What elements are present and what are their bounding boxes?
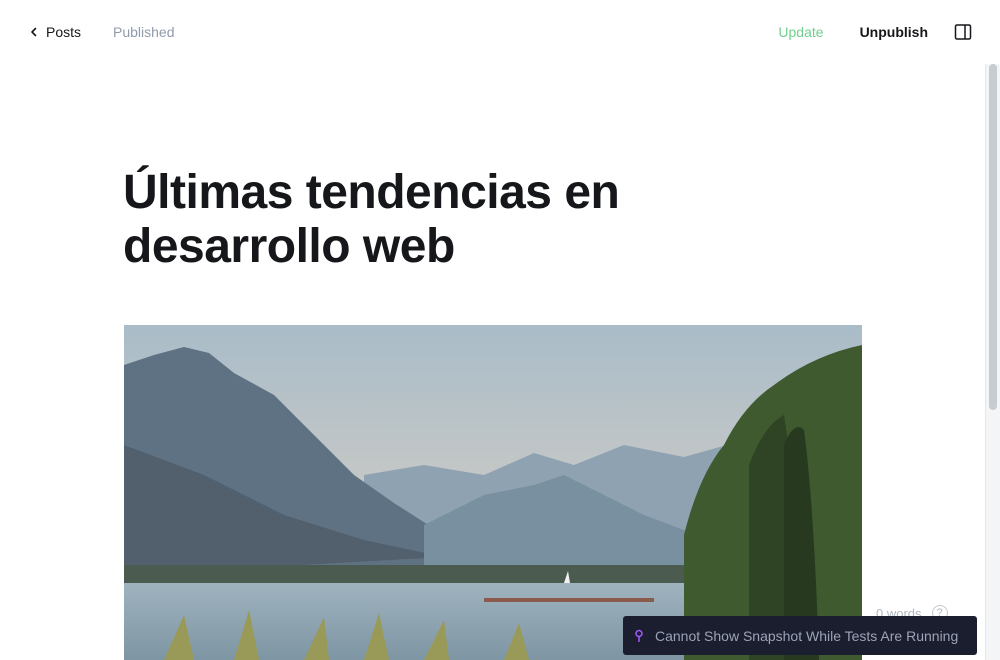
- update-button[interactable]: Update: [778, 24, 823, 40]
- pin-icon: [635, 629, 643, 642]
- snapshot-toast: Cannot Show Snapshot While Tests Are Run…: [623, 616, 977, 655]
- back-link-label: Posts: [46, 24, 82, 40]
- sidebar-toggle-button[interactable]: [954, 23, 972, 41]
- editor-header: Posts Published Update Unpublish: [0, 0, 1000, 64]
- toast-message: Cannot Show Snapshot While Tests Are Run…: [655, 627, 959, 644]
- sidebar-toggle-icon: [954, 24, 972, 40]
- post-status: Published: [113, 24, 175, 40]
- scrollbar-thumb[interactable]: [989, 64, 997, 410]
- unpublish-button[interactable]: Unpublish: [860, 24, 928, 40]
- feature-image[interactable]: [124, 325, 862, 660]
- back-to-posts-link[interactable]: Posts: [28, 24, 81, 40]
- editor-scrollbar[interactable]: [985, 64, 1000, 660]
- chevron-left-icon: [31, 27, 37, 37]
- post-title[interactable]: Últimas tendencias en desarrollo web: [123, 166, 683, 274]
